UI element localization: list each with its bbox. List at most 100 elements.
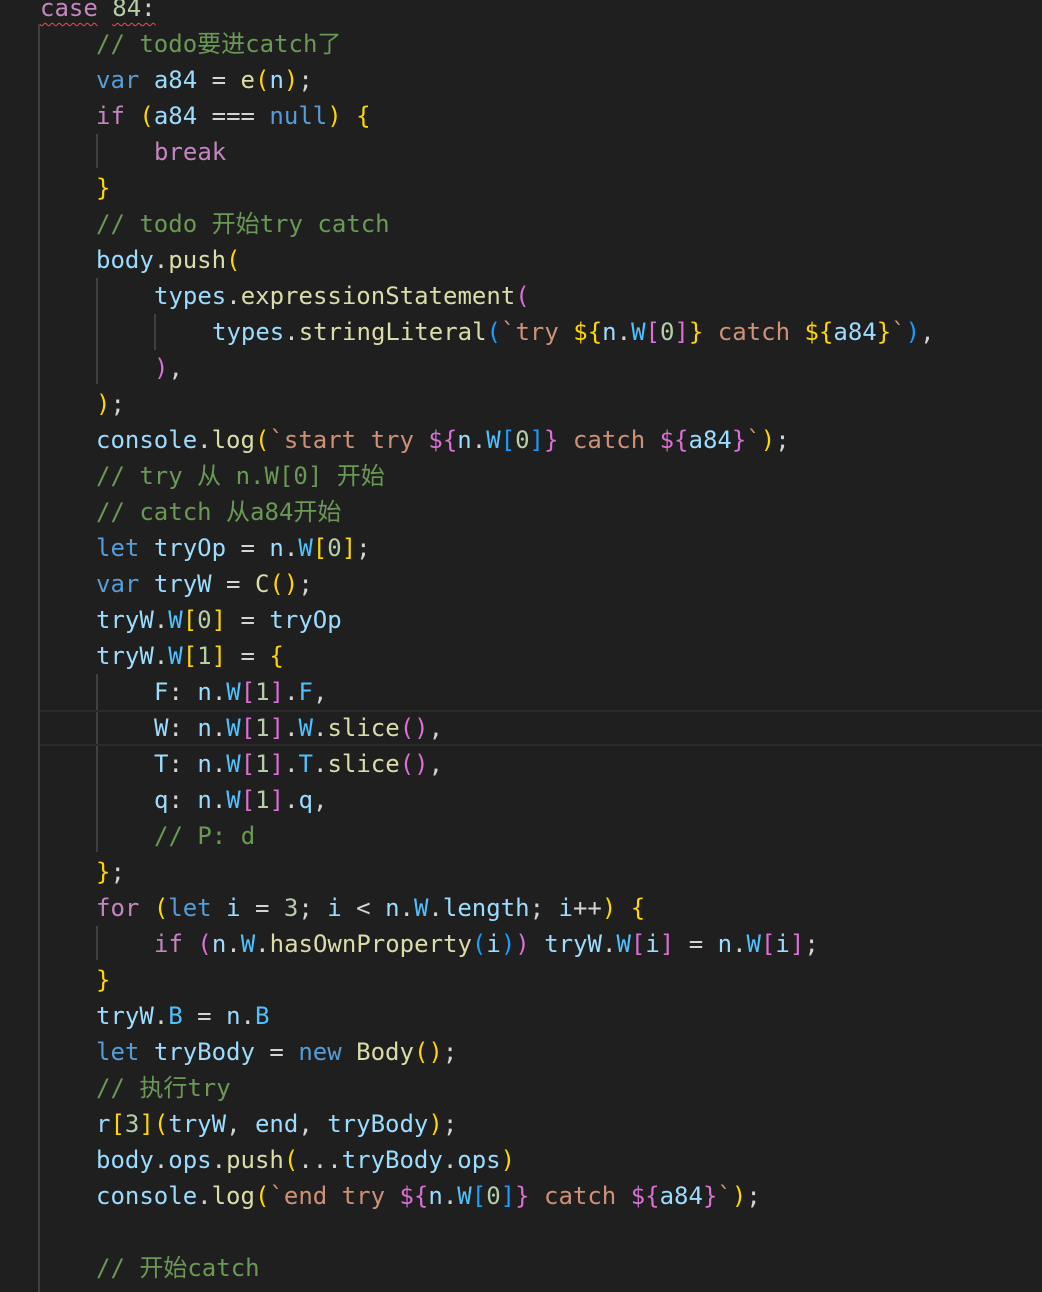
code-token: ${ — [630, 1182, 660, 1210]
code-token: } — [96, 174, 111, 202]
code-token: i — [645, 930, 660, 958]
code-token: 0 — [515, 426, 530, 454]
code-token: . — [226, 282, 241, 310]
code-token: if — [96, 102, 125, 130]
code-token: , — [428, 750, 444, 778]
code-token: ( — [139, 102, 154, 130]
code-token: ] — [269, 678, 285, 706]
code-token: . — [442, 1182, 458, 1210]
code-token: F — [154, 678, 169, 706]
code-token: push — [226, 1146, 284, 1174]
code-token: q — [154, 786, 169, 814]
code-line-content: T: n.W[1].T.slice(), — [154, 746, 443, 782]
code-token: n — [197, 678, 212, 706]
code-line-content: for (let i = 3; i < n.W.length; i++) { — [96, 890, 645, 926]
code-token: . — [153, 1002, 169, 1030]
code-token: . — [399, 894, 414, 922]
code-token: ` — [746, 426, 761, 454]
code-token: 0 — [197, 606, 212, 634]
code-token: 1 — [255, 714, 270, 742]
code-token: . — [284, 318, 299, 346]
code-token: 3 — [124, 1110, 140, 1138]
code-token: tryOp — [269, 606, 342, 634]
code-line[interactable]: W: n.W[1].W.slice(), — [40, 710, 1042, 746]
code-token: tryW — [544, 930, 602, 958]
code-token: 1 — [255, 750, 270, 778]
code-token: a84 — [688, 426, 732, 454]
code-editor[interactable]: case 84:// todo要进catch了 var a84 = e(n); if… — [0, 0, 1042, 1292]
code-token: . — [153, 642, 169, 670]
code-token: i — [486, 930, 501, 958]
code-line-content: if (n.W.hasOwnProperty(i)) tryW.W[i] = n… — [154, 926, 819, 962]
code-token: T — [298, 750, 313, 778]
code-token: . — [153, 1146, 169, 1174]
code-token: i — [226, 894, 241, 922]
code-token: var — [96, 66, 140, 94]
code-token: ] — [659, 930, 675, 958]
code-token: 1 — [255, 786, 270, 814]
code-token: ] — [139, 1110, 154, 1138]
code-line-content: r[3](tryW, end, tryBody); — [96, 1106, 457, 1142]
code-token: = — [226, 606, 270, 634]
code-token: C — [254, 570, 270, 598]
code-token: [ — [240, 714, 256, 742]
code-line-content: var a84 = e(n); — [96, 62, 313, 98]
code-token: ( — [471, 930, 487, 958]
code-token: . — [616, 318, 632, 346]
code-line-content: // 执行try — [96, 1070, 231, 1106]
code-token: ; — [529, 894, 559, 922]
code-token: . — [732, 930, 747, 958]
code-line-content: F: n.W[1].F, — [154, 674, 327, 710]
code-token: ( — [254, 1182, 270, 1210]
code-token: r — [96, 1110, 111, 1138]
code-token: ; — [356, 534, 371, 562]
code-token: var — [96, 570, 140, 598]
code-token: ; — [442, 1038, 458, 1066]
code-token: 0 — [486, 1182, 501, 1210]
code-token: . — [211, 750, 227, 778]
code-token: () — [413, 1038, 443, 1066]
code-line-content: // P: d — [154, 818, 255, 854]
code-token: types — [212, 318, 285, 346]
code-token: [ — [110, 1110, 125, 1138]
code-token: . — [211, 678, 227, 706]
code-token: ] — [269, 750, 285, 778]
code-token: [ — [240, 786, 256, 814]
code-line-content: types.stringLiteral(`try ${n.W[0]} catch… — [212, 314, 935, 350]
code-line-content: types.expressionStatement( — [154, 278, 530, 314]
code-token: ${ — [573, 318, 603, 346]
code-token: hasOwnProperty — [269, 930, 472, 958]
code-token: n — [197, 750, 212, 778]
code-token: F — [298, 678, 313, 706]
code-line-content: } — [96, 170, 110, 206]
code-line-content: q: n.W[1].q, — [154, 782, 327, 818]
code-token: ( — [254, 426, 270, 454]
code-token: . — [197, 426, 212, 454]
code-token: catch — [558, 426, 660, 454]
code-token: ( — [254, 66, 270, 94]
code-token: W — [154, 714, 169, 742]
code-line-content: } — [96, 962, 110, 998]
code-token: ( — [197, 930, 212, 958]
code-token: = — [254, 1038, 299, 1066]
code-line-content: ), — [154, 350, 183, 386]
code-token: // 执行try — [96, 1074, 231, 1102]
code-token: { — [269, 642, 284, 670]
code-token: tryW — [96, 606, 154, 634]
code-token: ) — [905, 318, 921, 346]
code-token: [ — [760, 930, 776, 958]
code-token: q — [298, 786, 313, 814]
code-token: ; — [110, 858, 125, 886]
code-token: n — [211, 930, 227, 958]
code-token: i — [327, 894, 342, 922]
code-token: () — [399, 750, 429, 778]
code-token: 3 — [283, 894, 299, 922]
code-token: , — [226, 1110, 255, 1138]
code-token: null — [269, 102, 328, 130]
code-token: = — [226, 534, 270, 562]
code-token: `end try — [269, 1182, 400, 1210]
code-token: ) — [428, 1110, 443, 1138]
code-token: ops — [168, 1146, 212, 1174]
